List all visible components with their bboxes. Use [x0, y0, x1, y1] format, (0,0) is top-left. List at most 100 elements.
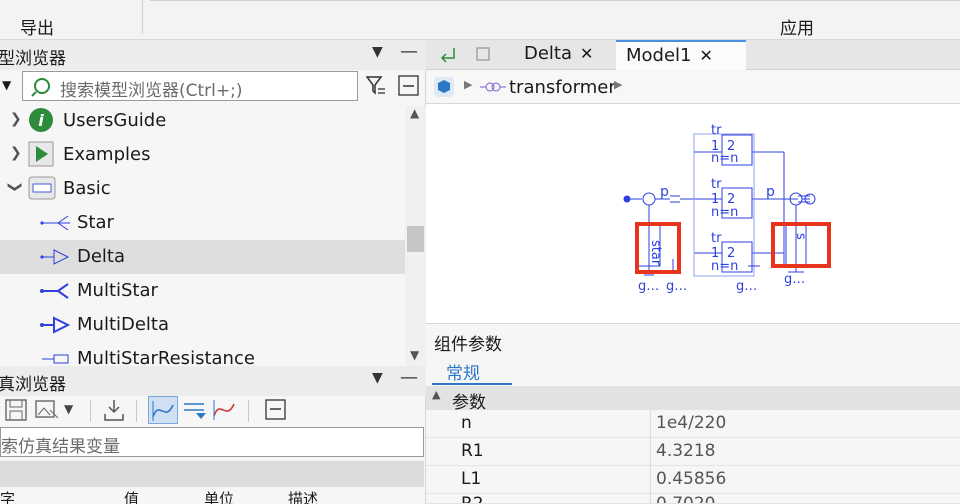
scrollbar-thumb[interactable] — [407, 226, 424, 252]
chevron-down-icon[interactable]: ❯ — [7, 181, 23, 193]
multidelta-icon — [40, 316, 71, 334]
model-cube-icon[interactable] — [434, 77, 454, 97]
collapse-icon[interactable] — [264, 398, 288, 422]
sim-search-placeholder: 索仿真结果变量 — [1, 437, 120, 457]
param-row[interactable]: R2 0.7020 — [426, 494, 960, 504]
eq-label: n=n — [711, 151, 738, 166]
param-value[interactable]: 1e4/220 — [656, 413, 726, 433]
tree-item-label: MultiDelta — [77, 314, 170, 335]
param-row[interactable]: n 1e4/220 — [426, 410, 960, 438]
param-value[interactable]: 0.7020 — [656, 494, 715, 503]
back-icon[interactable] — [438, 46, 458, 64]
sim-columns-header: 字 值 单位 描述 — [0, 488, 424, 504]
model-search-input[interactable]: 搜索模型浏览器(Ctrl+;) — [22, 71, 358, 101]
tree-item-label: Delta — [77, 246, 126, 267]
forward-icon[interactable] — [474, 46, 494, 64]
plot-compare-icon[interactable] — [212, 398, 238, 422]
component-parameters-panel: 组件参数 常规 ▲ 参数 n 1e4/220 R1 4.3218 L1 0.45… — [426, 324, 960, 504]
tree-item-label: MultiStar — [77, 280, 158, 301]
sim-browser-header: 真浏览器 ▼ — — [0, 366, 426, 396]
param-row[interactable]: R1 4.3218 — [426, 438, 960, 466]
ribbon-divider — [142, 0, 143, 34]
tree-item-label: MultiStarResistance — [77, 348, 255, 366]
transformer-icon — [480, 82, 506, 92]
s-label: s — [793, 233, 808, 240]
package-icon — [28, 176, 56, 200]
panel-menu-icon[interactable]: ▼ — [372, 44, 383, 60]
tab-delta[interactable]: Delta ✕ — [514, 40, 603, 70]
delta-connection-icon — [40, 249, 70, 265]
close-icon[interactable]: ✕ — [580, 44, 593, 63]
tree-item-usersguide[interactable]: ❯ i UsersGuide — [0, 104, 405, 138]
param-value[interactable]: 0.45856 — [656, 469, 726, 489]
star-label: star — [648, 240, 663, 266]
tree-item-examples[interactable]: ❯ Examples — [0, 138, 405, 172]
svg-text:i: i — [38, 111, 44, 130]
import-results-icon[interactable] — [102, 398, 126, 422]
chevron-right-icon[interactable]: ❯ — [10, 145, 22, 161]
scroll-down-icon[interactable]: ▼ — [410, 348, 419, 362]
scroll-up-icon[interactable]: ▲ — [410, 106, 419, 120]
tab-model1[interactable]: Model1 ✕ — [616, 40, 746, 70]
tree-item-multistarresistance[interactable]: MultiStarResistance — [0, 342, 405, 366]
param-name: L1 — [461, 469, 482, 489]
panel-menu-icon[interactable]: ▼ — [372, 370, 383, 386]
tree-item-label: Basic — [63, 178, 111, 199]
toolbar-divider — [248, 400, 249, 422]
plot-filter-icon[interactable] — [182, 398, 208, 422]
tr2-label: tr — [711, 177, 722, 192]
model-browser-title: 型浏览器 — [0, 49, 66, 69]
column-header[interactable]: 单位 — [204, 488, 234, 504]
tree-item-multidelta[interactable]: MultiDelta — [0, 308, 405, 342]
plot-toggle-button[interactable] — [148, 396, 178, 424]
close-icon[interactable]: ✕ — [700, 46, 713, 65]
column-divider — [650, 410, 651, 438]
export-image-icon[interactable] — [34, 398, 60, 422]
ribbon-top-line — [150, 0, 960, 1]
ground-label: g… — [666, 279, 687, 294]
p-left-label: p — [660, 184, 669, 200]
tree-item-label: Examples — [63, 144, 151, 165]
toolbar-divider — [90, 400, 91, 422]
chevron-right-icon[interactable]: ❯ — [10, 111, 22, 127]
active-tab-indicator — [432, 383, 512, 385]
sim-browser-title: 真浏览器 — [0, 375, 66, 395]
column-header[interactable]: 值 — [124, 488, 139, 504]
column-header[interactable]: 字 — [0, 488, 15, 504]
param-value[interactable]: 4.3218 — [656, 441, 715, 461]
tree-scrollbar[interactable]: ▲ ▼ — [405, 106, 426, 366]
tree-item-multistar[interactable]: MultiStar — [0, 274, 405, 308]
search-placeholder: 搜索模型浏览器(Ctrl+;) — [60, 81, 243, 101]
tree-item-basic[interactable]: ❯ Basic — [0, 172, 405, 206]
filter-icon[interactable] — [366, 75, 386, 97]
param-name: n — [461, 413, 472, 433]
breadcrumb-item[interactable]: transformer — [509, 77, 616, 98]
apply-button[interactable]: 应用 — [780, 14, 814, 39]
tree-item-delta[interactable]: Delta — [0, 240, 405, 274]
breadcrumb-arrow-icon[interactable]: ▶ — [464, 78, 472, 91]
diagram-canvas[interactable]: tr tr tr 1 2 1 2 1 2 n=n n=n n=n p p sta… — [426, 104, 960, 324]
tree-item-star[interactable]: Star — [0, 206, 405, 240]
export-button[interactable]: 导出 — [20, 14, 54, 39]
column-divider — [650, 466, 651, 494]
sim-search-input[interactable]: 索仿真结果变量 — [0, 427, 424, 457]
param-group-header[interactable]: ▲ 参数 — [426, 386, 960, 413]
minimize-icon[interactable]: — — [400, 367, 418, 388]
collapse-all-icon[interactable] — [398, 75, 420, 97]
minimize-icon[interactable]: — — [400, 41, 418, 62]
highlight-box-s — [771, 222, 831, 268]
circuit-diagram: tr tr tr 1 2 1 2 1 2 n=n n=n n=n p p sta… — [623, 123, 831, 294]
model-browser-header: 型浏览器 ▼ — — [0, 40, 426, 70]
toolbar-divider — [136, 400, 137, 422]
breadcrumb-arrow-icon[interactable]: ▶ — [614, 78, 622, 91]
collapse-arrow-icon[interactable]: ▲ — [432, 388, 440, 401]
save-icon[interactable] — [4, 398, 28, 422]
param-row[interactable]: L1 0.45856 — [426, 466, 960, 494]
tab-general[interactable]: 常规 — [446, 359, 480, 384]
expand-root-icon[interactable]: ▼ — [2, 78, 11, 92]
column-header[interactable]: 描述 — [288, 488, 318, 504]
params-title: 组件参数 — [434, 335, 502, 355]
dropdown-arrow-icon[interactable]: ▼ — [64, 402, 73, 416]
tr1-label: tr — [711, 123, 722, 138]
multistar-icon — [40, 283, 69, 299]
